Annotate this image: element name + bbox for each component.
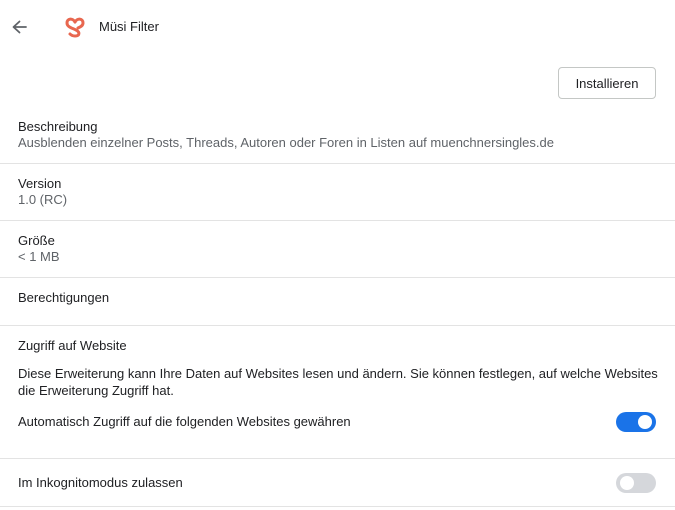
- size-value: < 1 MB: [18, 249, 60, 264]
- back-button[interactable]: [8, 16, 30, 38]
- version-value: 1.0 (RC): [18, 192, 68, 207]
- divider: [0, 163, 675, 164]
- incognito-label: Im Inkognitomodus zulassen: [18, 475, 183, 490]
- divider: [0, 277, 675, 278]
- install-button[interactable]: Installieren: [558, 67, 656, 99]
- toggle-knob: [638, 415, 652, 429]
- divider: [0, 506, 675, 507]
- auto-access-label: Automatisch Zugriff auf die folgenden We…: [18, 414, 351, 429]
- size-label: Größe: [18, 233, 55, 248]
- site-access-description: Diese Erweiterung kann Ihre Daten auf We…: [18, 366, 658, 398]
- arrow-left-icon[interactable]: [8, 16, 30, 38]
- extension-logo-icon: [62, 14, 88, 40]
- toggle-knob: [620, 476, 634, 490]
- divider: [0, 220, 675, 221]
- divider: [0, 325, 675, 326]
- site-access-heading: Zugriff auf Website: [18, 338, 127, 353]
- incognito-toggle[interactable]: [616, 473, 656, 493]
- page-header: Müsi Filter: [0, 0, 675, 54]
- divider: [0, 458, 675, 459]
- permissions-label: Berechtigungen: [18, 290, 110, 305]
- extension-name: Müsi Filter: [99, 19, 159, 34]
- auto-access-toggle[interactable]: [616, 412, 656, 432]
- version-label: Version: [18, 176, 62, 191]
- description-label: Beschreibung: [18, 119, 98, 134]
- description-value: Ausblenden einzelner Posts, Threads, Aut…: [18, 135, 554, 150]
